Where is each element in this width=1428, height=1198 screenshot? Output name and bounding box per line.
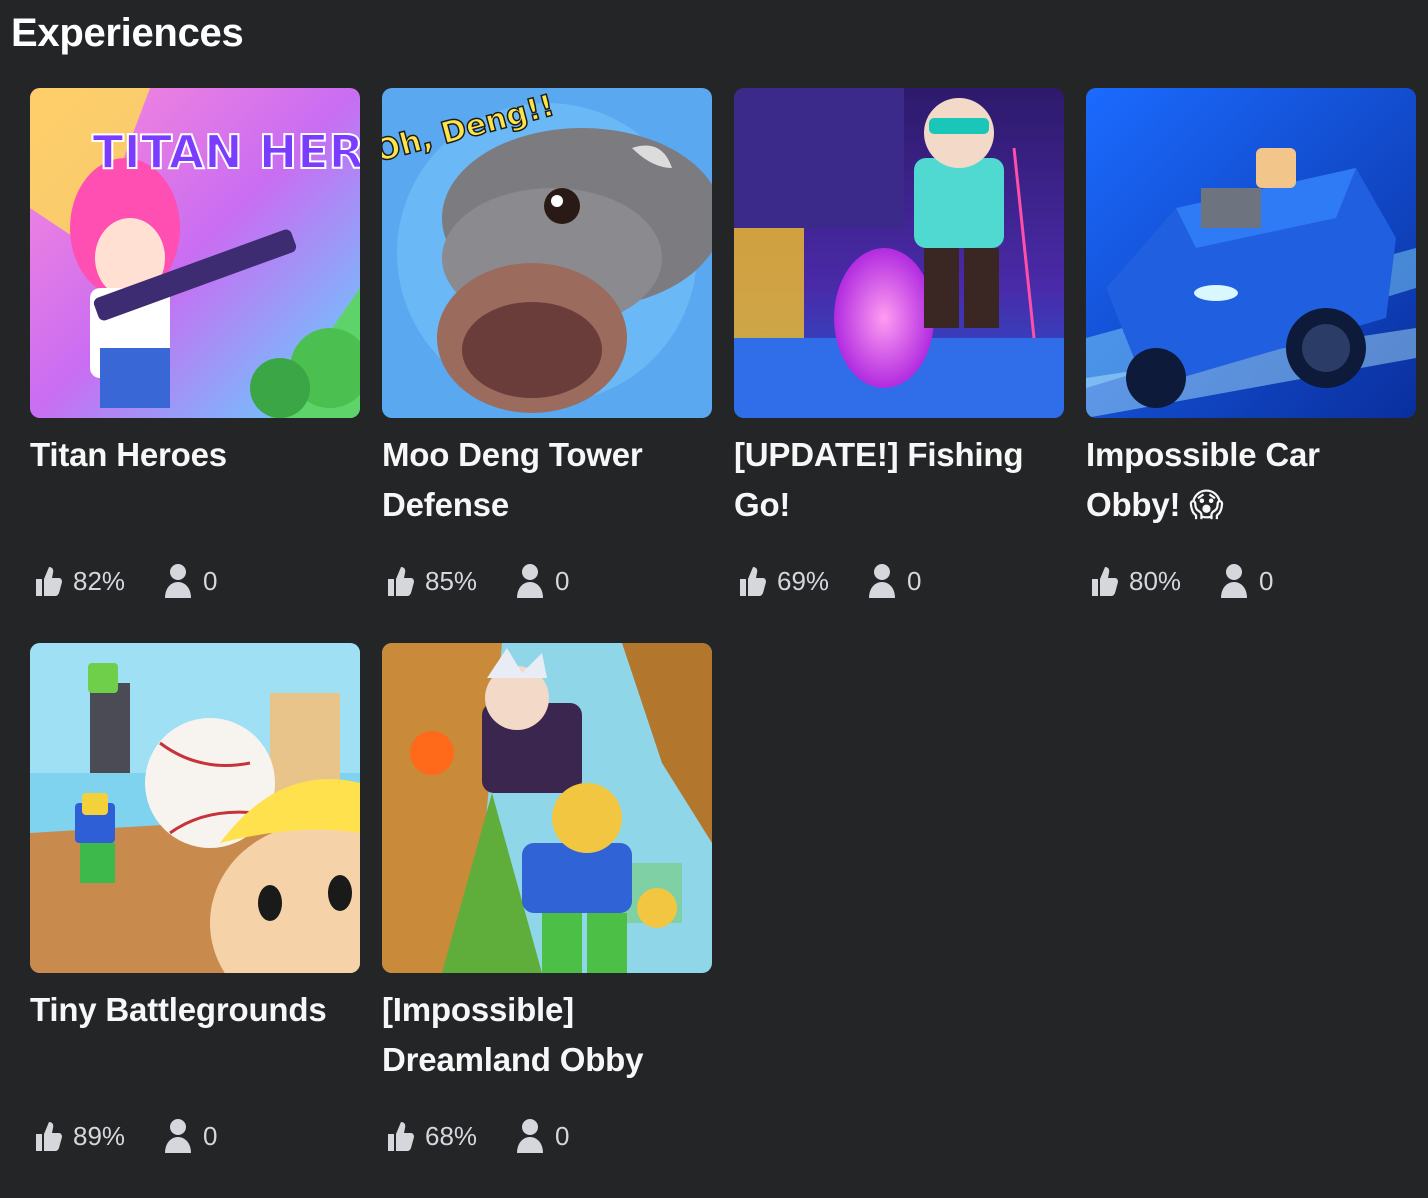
game-title[interactable]: [Impossible] Dreamland Obby	[382, 985, 712, 1085]
thumbs-up-icon	[385, 564, 415, 598]
experience-card[interactable]: Tiny Battlegrounds 89% 0	[30, 643, 360, 1198]
players-value: 0	[555, 565, 570, 596]
game-title[interactable]: Titan Heroes	[30, 430, 360, 480]
section-title: Experiences	[11, 11, 244, 55]
rating-stat: 68%	[382, 1119, 477, 1153]
player-count-icon	[515, 563, 545, 599]
experience-card[interactable]: Oh, Deng!! Moo Deng Tower Defense 85% 0	[382, 88, 712, 643]
rating-value: 68%	[425, 1120, 478, 1151]
rating-value: 69%	[777, 565, 830, 596]
game-stats: 68% 0	[382, 1116, 570, 1156]
players-value: 0	[555, 1120, 570, 1151]
experience-grid: TITAN HEROES Titan Heroes 82% 0	[30, 88, 1416, 1198]
player-count-icon	[867, 563, 897, 599]
thumb-logo-text: TITAN HEROES	[92, 125, 360, 179]
game-thumbnail[interactable]	[734, 88, 1064, 418]
players-value: 0	[203, 1120, 218, 1151]
players-stat: 0	[515, 563, 570, 599]
experience-card[interactable]: Impossible Car Obby! 😱 80% 0	[1086, 88, 1416, 643]
thumbs-up-icon	[33, 564, 63, 598]
experience-card[interactable]: TITAN HEROES Titan Heroes 82% 0	[30, 88, 360, 643]
thumbs-up-icon	[737, 564, 767, 598]
players-value: 0	[1259, 565, 1274, 596]
players-value: 0	[907, 565, 922, 596]
game-thumbnail[interactable]	[30, 643, 360, 973]
player-count-icon	[1219, 563, 1249, 599]
game-thumbnail[interactable]	[382, 643, 712, 973]
players-stat: 0	[163, 1118, 218, 1154]
rating-value: 80%	[1129, 565, 1182, 596]
thumbs-up-icon	[33, 1119, 63, 1153]
player-count-icon	[163, 1118, 193, 1154]
game-thumbnail[interactable]: Oh, Deng!!	[382, 88, 712, 418]
players-stat: 0	[867, 563, 922, 599]
rating-value: 85%	[425, 565, 478, 596]
rating-stat: 85%	[382, 564, 477, 598]
game-thumbnail[interactable]	[1086, 88, 1416, 418]
rating-stat: 89%	[30, 1119, 125, 1153]
players-value: 0	[203, 565, 218, 596]
rating-stat: 69%	[734, 564, 829, 598]
players-stat: 0	[515, 1118, 570, 1154]
game-stats: 80% 0	[1086, 561, 1274, 601]
player-count-icon	[163, 563, 193, 599]
player-count-icon	[515, 1118, 545, 1154]
thumbs-up-icon	[1089, 564, 1119, 598]
game-title[interactable]: Tiny Battlegrounds	[30, 985, 360, 1035]
game-stats: 89% 0	[30, 1116, 218, 1156]
players-stat: 0	[1219, 563, 1274, 599]
experience-card[interactable]: [Impossible] Dreamland Obby 68% 0	[382, 643, 712, 1198]
game-stats: 85% 0	[382, 561, 570, 601]
rating-stat: 80%	[1086, 564, 1181, 598]
game-title[interactable]: Moo Deng Tower Defense	[382, 430, 712, 530]
game-stats: 69% 0	[734, 561, 922, 601]
game-title[interactable]: Impossible Car Obby! 😱	[1086, 430, 1416, 530]
rating-value: 89%	[73, 1120, 126, 1151]
experience-card[interactable]: [UPDATE!] Fishing Go! 69% 0	[734, 88, 1064, 643]
rating-stat: 82%	[30, 564, 125, 598]
thumbs-up-icon	[385, 1119, 415, 1153]
game-thumbnail[interactable]: TITAN HEROES	[30, 88, 360, 418]
game-stats: 82% 0	[30, 561, 218, 601]
game-title[interactable]: [UPDATE!] Fishing Go!	[734, 430, 1064, 530]
players-stat: 0	[163, 563, 218, 599]
rating-value: 82%	[73, 565, 126, 596]
